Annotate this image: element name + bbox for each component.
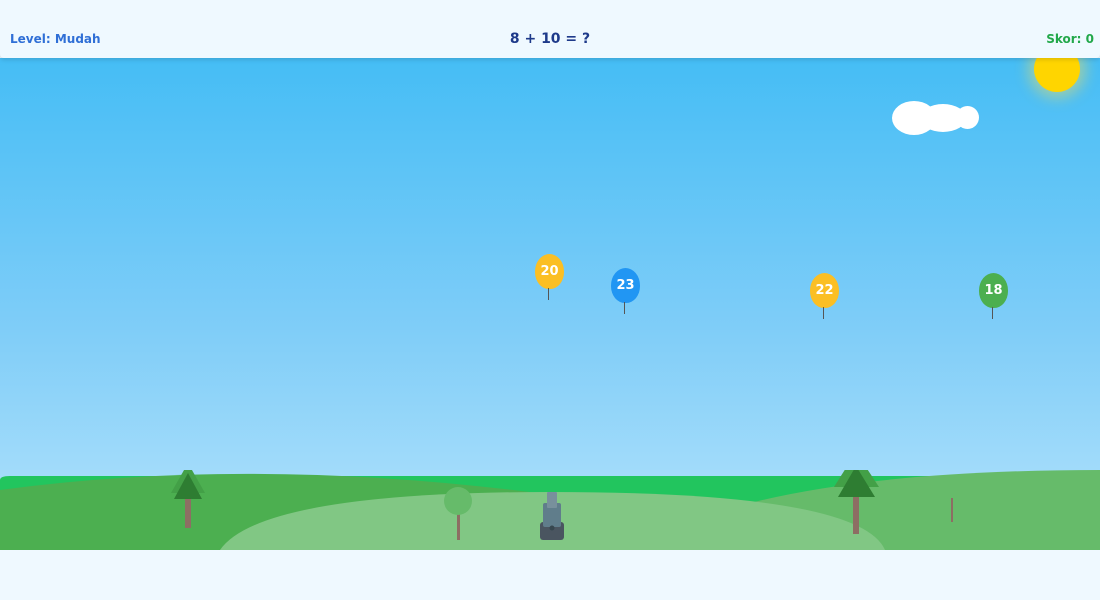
cloud-icon [890, 98, 990, 138]
bottom-area [0, 550, 1100, 600]
balloon-value: 23 [616, 278, 635, 293]
balloon-answer[interactable]: 23 [609, 268, 641, 316]
sun-icon [1034, 58, 1080, 92]
math-question: 8 + 10 = ? [509, 31, 591, 47]
balloon-body: 20 [535, 254, 564, 289]
ground-scenery [0, 470, 1100, 550]
balloon-body: 23 [611, 268, 640, 303]
balloon-string [992, 307, 993, 319]
balloon-string [548, 288, 549, 300]
balloon-value: 20 [540, 264, 559, 279]
balloon-body: 18 [979, 273, 1008, 308]
balloon-answer[interactable]: 18 [977, 273, 1009, 321]
balloon-answer[interactable]: 22 [808, 273, 840, 321]
balloon-string [624, 302, 625, 314]
game-screen: Level: Mudah 8 + 10 = ? Skor: 0 20 23 22 [0, 0, 1100, 600]
balloon-answer[interactable]: 20 [533, 254, 565, 302]
balloon-string [823, 307, 824, 319]
wooden-post [951, 498, 953, 522]
top-bar: Level: Mudah 8 + 10 = ? Skor: 0 [0, 0, 1100, 58]
balloon-value: 18 [984, 283, 1003, 298]
balloon-body: 22 [810, 273, 839, 308]
score-label: Skor: 0 [1046, 32, 1094, 46]
balloon-value: 22 [815, 283, 834, 298]
